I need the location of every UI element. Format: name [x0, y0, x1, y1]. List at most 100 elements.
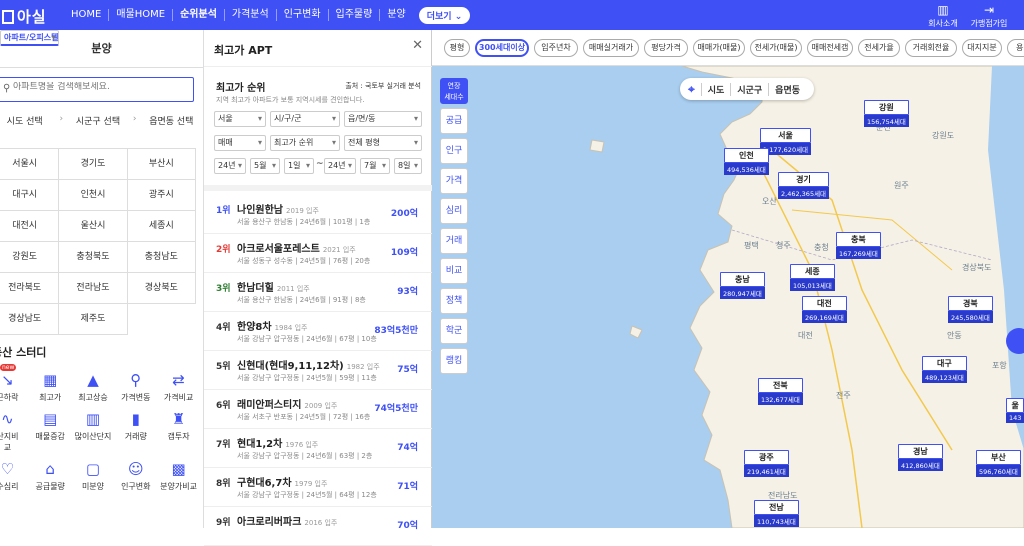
filter-chip[interactable]: 전세가율 [858, 39, 900, 57]
filter-chip[interactable]: 300세대이상 [475, 39, 529, 57]
rank-item[interactable]: 2위 아크로서울포레스트 2021 입주 서울 성동구 성수동 | 24년5월 | 7… [204, 234, 432, 273]
side-button[interactable]: 가격 [440, 168, 468, 194]
deal-type-dropdown[interactable]: 매매 [214, 135, 266, 151]
nav-home[interactable]: HOME [64, 9, 108, 21]
city-item[interactable]: 부산시 [127, 149, 196, 180]
filter-chip[interactable]: 매매가(매물) [693, 39, 745, 57]
city-item[interactable]: 울산시 [59, 211, 128, 242]
city-item[interactable]: 인천시 [59, 180, 128, 211]
study-item[interactable]: ⚲ 가격변동 [114, 370, 157, 403]
filter-chip[interactable]: 평당가격 [644, 39, 688, 57]
target-icon[interactable]: ⌖ [688, 82, 695, 97]
nav-presale[interactable]: 분양 [379, 9, 412, 21]
side-button[interactable]: 비교 [440, 258, 468, 284]
city-item[interactable]: 대전시 [0, 211, 60, 242]
study-item[interactable]: ♜ 갭투자 [157, 409, 200, 453]
city-item[interactable]: 강원도 [0, 242, 60, 273]
region-marker[interactable]: 강원 156,754세대 [864, 100, 909, 127]
rank-item[interactable]: 4위 한양8차 1984 입주 서울 강남구 압구정동 | 24년6월 | 67평 |… [204, 312, 432, 351]
filter-chip[interactable]: 대지지분 [962, 39, 1002, 57]
sigungu-dropdown[interactable]: 시/구/군 [270, 111, 340, 127]
start-day-dropdown[interactable]: 1일 [284, 158, 314, 174]
study-item[interactable]: new ↘ 근하락 [0, 364, 29, 403]
company-info-button[interactable]: ▥ 회사소개 [920, 3, 966, 29]
rank-item[interactable]: 1위 나인원한남 2019 입주 서울 용산구 한남동 | 24년6월 | 101평 … [204, 195, 432, 234]
region-marker[interactable]: 경남 412,860세대 [898, 444, 943, 471]
study-item[interactable]: ⌂ 공급물량 [29, 459, 72, 492]
side-button[interactable]: 공급 [440, 108, 468, 134]
city-item[interactable]: 경상남도 [0, 304, 60, 335]
rank-item[interactable]: 7위 현대1,2차 1976 입주 서울 강남구 압구정동 | 24년6월 | 63평… [204, 429, 432, 468]
city-item[interactable]: 충청북도 [59, 242, 128, 273]
region-marker[interactable]: 충북 167,269세대 [836, 232, 881, 259]
start-month-dropdown[interactable]: 5월 [250, 158, 280, 174]
city-item[interactable]: 전라남도 [59, 273, 128, 304]
dong-select[interactable]: 읍면동 선택 [139, 114, 204, 127]
study-item[interactable]: ♡ 수심리 [0, 459, 29, 492]
side-button[interactable]: 학군 [440, 318, 468, 344]
filter-chip[interactable]: 평형 [444, 39, 470, 57]
side-button[interactable]: 거래 [440, 228, 468, 254]
region-marker[interactable]: 충남 280,947세대 [720, 272, 765, 299]
study-item[interactable]: ⇄ 가격비교 [157, 370, 200, 403]
city-item[interactable]: 세종시 [127, 211, 196, 242]
level-sigungu[interactable]: 시군구 [730, 82, 768, 96]
study-item[interactable]: ▩ 분양가비교 [157, 459, 200, 492]
city-item[interactable]: 대구시 [0, 180, 60, 211]
study-item[interactable]: ▥ 많이산단지 [72, 409, 115, 453]
city-item[interactable]: 광주시 [127, 180, 196, 211]
sido-select[interactable]: 시도 선택 [0, 114, 57, 127]
study-item[interactable]: ∿ 산지비 교 [0, 409, 29, 453]
study-item[interactable]: ▲ 최고상승 [72, 370, 115, 403]
region-marker[interactable]: 전북 132,677세대 [758, 378, 803, 405]
end-year-dropdown[interactable]: 24년 [324, 158, 356, 174]
region-marker[interactable]: 대구 489,123세대 [922, 356, 967, 383]
dong-dropdown[interactable]: 읍/면/동 [344, 111, 422, 127]
side-button[interactable]: 인구 [440, 138, 468, 164]
city-item[interactable]: 충청남도 [127, 242, 196, 273]
study-item[interactable]: ▦ 최고가 [29, 370, 72, 403]
nav-listing-home[interactable]: 매물HOME [108, 9, 172, 21]
region-marker[interactable]: 인천 494,536세대 [724, 148, 769, 175]
nav-price-analysis[interactable]: 가격분석 [223, 9, 276, 21]
sido-dropdown[interactable]: 서울 [214, 111, 266, 127]
study-item[interactable]: ▤ 매물증감 [29, 409, 72, 453]
study-item[interactable]: ▢ 미분양 [72, 459, 115, 492]
nav-supply[interactable]: 입주물량 [327, 9, 380, 21]
side-button[interactable]: 심리 [440, 198, 468, 224]
side-units-button[interactable]: 연장 세대수 [440, 78, 468, 104]
city-item[interactable]: 제주도 [59, 304, 128, 335]
region-marker[interactable]: 부산 596,760세대 [976, 450, 1021, 477]
rank-item[interactable]: 5위 신현대(현대9,11,12차) 1982 입주 서울 강남구 압구정동 | 24… [204, 351, 432, 390]
region-marker[interactable]: 세종 105,013세대 [790, 264, 835, 291]
rank-item[interactable]: 8위 구현대6,7차 1979 입주 서울 강남구 압구정동 | 24년5월 | 64… [204, 468, 432, 507]
end-month-dropdown[interactable]: 7월 [360, 158, 390, 174]
region-marker[interactable]: 경기 2,462,365세대 [778, 172, 830, 199]
logo[interactable]: 아실 [2, 6, 47, 27]
filter-chip[interactable]: 용적률 [1007, 39, 1024, 57]
franchise-join-button[interactable]: ⇥ 가맹점가입 [966, 3, 1012, 29]
rank-item[interactable]: 6위 래미안퍼스티지 2009 입주 서울 서초구 반포동 | 24년5월 | 72평… [204, 390, 432, 429]
filter-chip[interactable]: 전세가(매물) [750, 39, 802, 57]
area-dropdown[interactable]: 전체 평형 [344, 135, 422, 151]
filter-chip[interactable]: 매매실거래가 [583, 39, 639, 57]
end-day-dropdown[interactable]: 8일 [394, 158, 422, 174]
sigungu-select[interactable]: 시군구 선택 [65, 114, 130, 127]
side-button[interactable]: 정책 [440, 288, 468, 314]
city-item[interactable]: 전라북도 [0, 273, 60, 304]
study-item[interactable]: ☺ 인구변화 [114, 459, 157, 492]
filter-chip[interactable]: 입주년차 [534, 39, 578, 57]
order-dropdown[interactable]: 최고가 순위 [270, 135, 340, 151]
region-marker[interactable]: 울 143 [1006, 398, 1024, 423]
level-sido[interactable]: 시도 [700, 82, 731, 96]
city-item[interactable]: 경기도 [59, 149, 128, 180]
close-icon[interactable]: ✕ [412, 38, 423, 53]
nav-population[interactable]: 인구변화 [275, 9, 328, 21]
region-marker[interactable]: 경북 245,580세대 [948, 296, 993, 323]
filter-chip[interactable]: 거래회전율 [905, 39, 957, 57]
city-item[interactable]: 경상북도 [127, 273, 196, 304]
nav-rank-analysis[interactable]: 순위분석 [172, 9, 224, 21]
apt-search-input[interactable] [13, 82, 183, 92]
more-button[interactable]: 더보기 ⌄ [418, 6, 471, 24]
region-marker[interactable]: 광주 219,461세대 [744, 450, 789, 477]
